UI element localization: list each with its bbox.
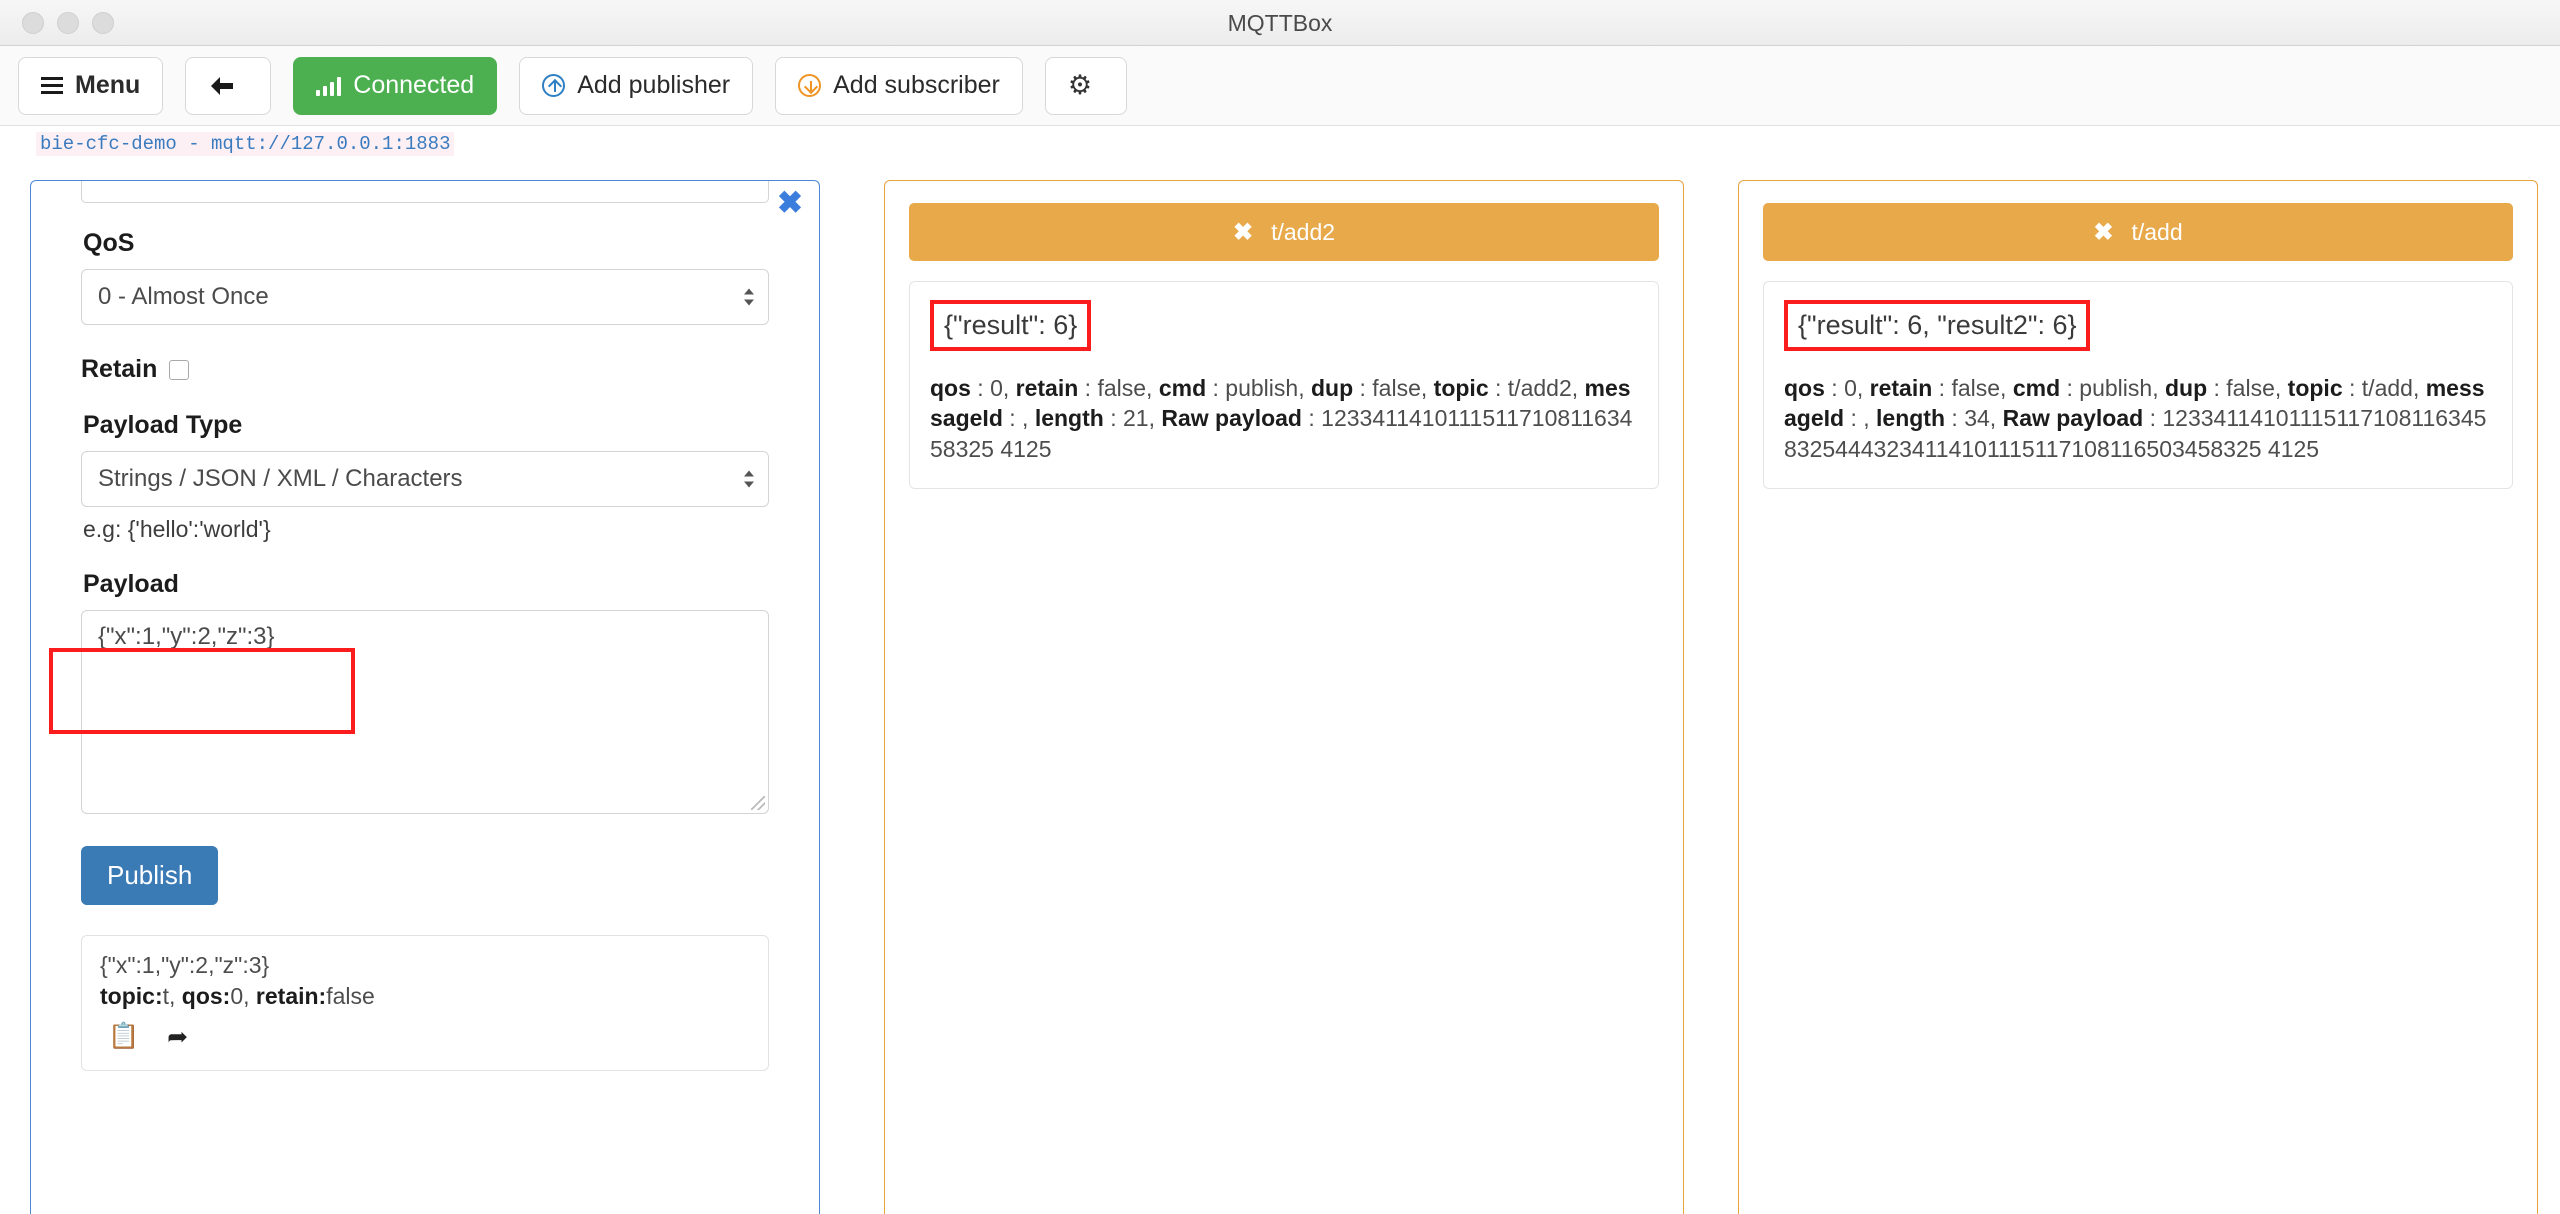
- meta-qos-value: 0: [1844, 375, 1857, 401]
- add-subscriber-label: Add subscriber: [833, 71, 1000, 99]
- payload-type-select[interactable]: Strings / JSON / XML / Characters: [81, 451, 769, 507]
- meta-length-key: length: [1034, 405, 1104, 432]
- payload-value: {"x":1,"y":2,"z":3}: [98, 623, 275, 650]
- back-button[interactable]: [185, 56, 272, 115]
- retain-checkbox[interactable]: [169, 359, 190, 380]
- hamburger-icon: [41, 76, 63, 95]
- history-retain-key: retain:: [255, 983, 327, 1009]
- copy-to-clipboard-icon[interactable]: 📋: [108, 1022, 139, 1052]
- meta-length-key: length: [1876, 405, 1946, 432]
- upload-circle-icon: [542, 74, 566, 97]
- history-meta: topic:t, qos:0, retain:false: [100, 983, 750, 1010]
- window-titlebar: MQTTBox: [0, 0, 2560, 46]
- meta-length-value: 34: [1964, 405, 1990, 432]
- history-qos-value: 0,: [230, 983, 256, 1009]
- meta-retain-value: false: [1951, 375, 2001, 401]
- subscriber-topic-label: t/add2: [1271, 218, 1336, 245]
- message-payload: {"result": 6, "result2": 6}: [1784, 300, 2091, 351]
- payload-textarea[interactable]: {"x":1,"y":2,"z":3}: [81, 610, 769, 814]
- meta-dup-value: false: [1372, 375, 1421, 401]
- panels-area: ✖ QoS 0 - Almost Once Retain Payload Typ…: [0, 180, 2560, 1214]
- payload-type-field: Payload Type Strings / JSON / XML / Char…: [81, 411, 769, 543]
- meta-raw-key: Raw payload: [1161, 405, 1302, 432]
- meta-topic-key: topic: [1433, 375, 1489, 401]
- stepper-arrows-icon: [744, 288, 754, 306]
- connection-status-label: Connected: [353, 71, 475, 99]
- forward-arrow-icon[interactable]: ➦: [167, 1022, 188, 1052]
- stepper-arrows-icon: [744, 470, 754, 488]
- qos-label: QoS: [83, 229, 135, 257]
- payload-type-label: Payload Type: [83, 411, 243, 439]
- window-title: MQTTBox: [1227, 10, 1333, 36]
- meta-topic-value: t/add: [2361, 375, 2413, 401]
- topic-input[interactable]: [81, 181, 769, 203]
- download-circle-icon: [798, 74, 822, 97]
- settings-button[interactable]: ⚙: [1044, 56, 1128, 115]
- qos-select[interactable]: 0 - Almost Once: [81, 269, 769, 325]
- meta-cmd-key: cmd: [2012, 375, 2061, 401]
- retain-field: Retain: [81, 355, 769, 384]
- payload-label: Payload: [83, 570, 179, 598]
- meta-length-value: 21: [1123, 405, 1149, 432]
- history-qos-key: qos:: [181, 983, 231, 1009]
- publish-button[interactable]: Publish: [81, 846, 219, 905]
- meta-dup-key: dup: [2164, 375, 2208, 401]
- close-subscriber-icon[interactable]: ✖: [2093, 218, 2113, 247]
- close-subscriber-icon[interactable]: ✖: [1233, 218, 1253, 247]
- add-publisher-label: Add publisher: [577, 71, 731, 99]
- meta-cmd-value: publish: [1225, 375, 1299, 401]
- connection-bar: bie-cfc-demo - mqtt://127.0.0.1:1883: [0, 126, 2560, 158]
- message-payload: {"result": 6}: [930, 300, 1092, 351]
- menu-button[interactable]: Menu: [18, 56, 164, 115]
- close-publisher-icon[interactable]: ✖: [777, 187, 803, 218]
- meta-topic-key: topic: [2287, 375, 2343, 401]
- connection-label: bie-cfc-demo - mqtt://127.0.0.1:1883: [36, 132, 455, 156]
- connection-status-button[interactable]: Connected: [293, 56, 498, 115]
- meta-qos-key: qos: [1784, 375, 1825, 401]
- meta-topic-value: t/add2: [1507, 375, 1572, 401]
- history-payload: {"x":1,"y":2,"z":3}: [100, 952, 270, 978]
- retain-label: Retain: [81, 355, 158, 383]
- signal-bars-icon: [316, 76, 342, 96]
- payload-field: Payload {"x":1,"y":2,"z":3}: [81, 570, 769, 814]
- meta-cmd-key: cmd: [1158, 375, 1207, 401]
- meta-qos-value: 0: [990, 375, 1003, 401]
- add-subscriber-button[interactable]: Add subscriber: [775, 56, 1023, 115]
- resize-grip-icon[interactable]: [751, 796, 765, 810]
- message-meta: qos : 0, retain : false, cmd : publish, …: [1784, 375, 2487, 462]
- meta-raw-key: Raw payload: [2002, 405, 2144, 432]
- history-actions: 📋 ➦: [100, 1022, 750, 1052]
- qos-selected-value: 0 - Almost Once: [98, 283, 269, 310]
- meta-qos-key: qos: [930, 375, 971, 401]
- meta-cmd-value: publish: [2079, 375, 2153, 401]
- subscriber-message: {"result": 6, "result2": 6} qos : 0, ret…: [1763, 281, 2513, 490]
- mqttbox-window: MQTTBox Menu Connected Add publisher Add…: [0, 0, 2560, 1214]
- payload-type-selected-value: Strings / JSON / XML / Characters: [98, 465, 463, 492]
- subscriber-topic-label: t/add: [2131, 218, 2183, 245]
- gear-icon: ⚙: [1067, 70, 1093, 100]
- payload-type-hint: e.g: {'hello':'world'}: [83, 516, 271, 542]
- subscriber-panel: ✖ t/add {"result": 6, "result2": 6} qos …: [1738, 180, 2538, 1214]
- publish-history-item: {"x":1,"y":2,"z":3} topic:t, qos:0, reta…: [81, 935, 769, 1071]
- publisher-panel: ✖ QoS 0 - Almost Once Retain Payload Typ…: [30, 180, 820, 1214]
- meta-dup-value: false: [2226, 375, 2275, 401]
- meta-dup-key: dup: [1310, 375, 1354, 401]
- meta-retain-key: retain: [1869, 375, 1933, 401]
- subscriber-message: {"result": 6} qos : 0, retain : false, c…: [909, 281, 1659, 490]
- qos-field: QoS 0 - Almost Once: [81, 229, 769, 325]
- history-topic-value: t,: [162, 983, 182, 1009]
- history-retain-value: false: [326, 983, 375, 1009]
- subscriber-topic-header[interactable]: ✖ t/add2: [909, 203, 1659, 261]
- subscriber-topic-header[interactable]: ✖ t/add: [1763, 203, 2513, 261]
- subscriber-panel: ✖ t/add2 {"result": 6} qos : 0, retain :…: [884, 180, 1684, 1214]
- main-toolbar: Menu Connected Add publisher Add subscri…: [0, 46, 2560, 126]
- add-publisher-button[interactable]: Add publisher: [519, 56, 754, 115]
- menu-button-label: Menu: [75, 71, 141, 99]
- message-meta: qos : 0, retain : false, cmd : publish, …: [930, 375, 1633, 462]
- history-topic-key: topic:: [100, 983, 163, 1009]
- meta-retain-value: false: [1097, 375, 1147, 401]
- meta-retain-key: retain: [1015, 375, 1079, 401]
- arrow-left-icon: [211, 76, 234, 95]
